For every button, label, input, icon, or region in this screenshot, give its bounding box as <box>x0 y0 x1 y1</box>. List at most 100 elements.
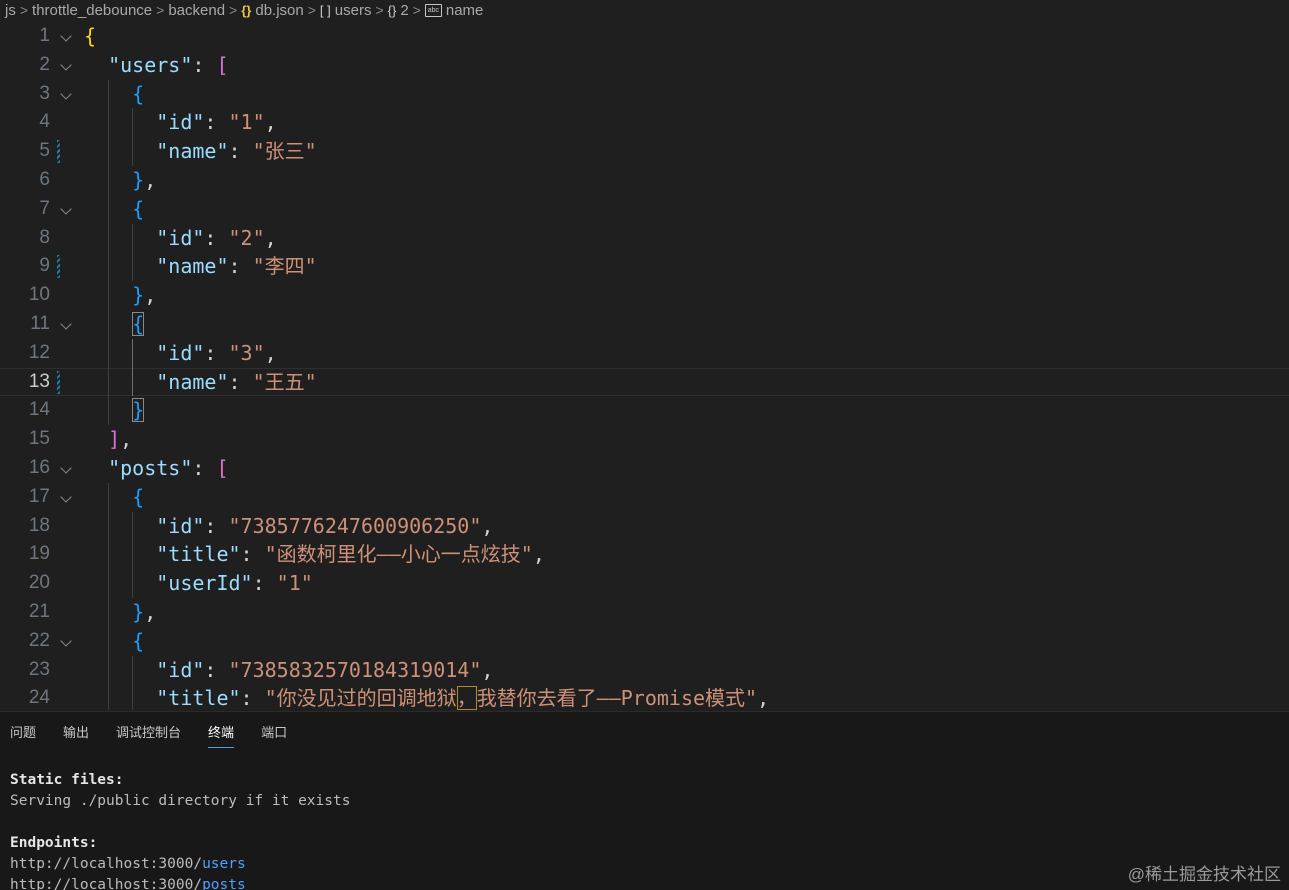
code-text: "id": "7385776247600906250", <box>156 513 494 538</box>
line-number: 14 <box>28 399 50 421</box>
code-text: "id": "1", <box>156 110 277 135</box>
breadcrumb-item-db-json[interactable]: {} db.json <box>241 2 304 19</box>
breadcrumb-label: js <box>5 1 16 19</box>
code-line[interactable]: 9 "name": "李四" <box>0 252 1289 282</box>
code-text: "name": "李四" <box>156 254 317 279</box>
terminal-output[interactable]: Static files: Serving ./public directory… <box>10 770 350 890</box>
code-line[interactable]: 5 "name": "张三" <box>0 137 1289 166</box>
tab-output[interactable]: 输出 <box>63 712 89 752</box>
code-text: { <box>132 81 145 106</box>
fold-chevron-icon[interactable] <box>60 462 72 474</box>
line-number: 23 <box>28 658 50 680</box>
chevron-right-icon: > <box>307 2 316 18</box>
line-number: 9 <box>39 255 50 277</box>
code-text: "title": "你没见过的回调地狱，我替你去看了——Promise模式", <box>156 686 770 710</box>
terminal-heading: Endpoints: <box>10 835 98 851</box>
code-line[interactable]: 7 { <box>0 194 1289 224</box>
code-text: { <box>84 24 97 48</box>
code-line[interactable]: 21 }, <box>0 598 1289 627</box>
code-editor[interactable]: 1 { 2 "users": [ 3 { 4 "id": "1", 5 "nam… <box>0 20 1289 710</box>
breadcrumb-item-users[interactable]: [ ] users <box>320 2 372 19</box>
line-number: 7 <box>39 197 50 219</box>
code-text: "title": "函数柯里化——小心一点炫技", <box>156 542 545 567</box>
line-number: 18 <box>28 514 50 536</box>
code-text: { <box>84 310 145 339</box>
code-line[interactable]: 4 "id": "1", <box>0 108 1289 138</box>
code-line[interactable]: 10 }, <box>0 281 1289 310</box>
code-line[interactable]: 6 }, <box>0 166 1289 195</box>
line-number: 4 <box>39 111 50 133</box>
breadcrumb-item-throttle-debounce[interactable]: throttle_debounce <box>32 2 152 19</box>
line-number: 22 <box>28 629 50 651</box>
code-line[interactable]: 18 "id": "7385776247600906250", <box>0 511 1289 541</box>
code-line[interactable]: 2 "users": [ <box>0 51 1289 80</box>
code-line[interactable]: 11 { <box>0 310 1289 339</box>
line-number: 16 <box>28 457 50 478</box>
line-number: 11 <box>30 313 50 334</box>
code-line[interactable]: 3 { <box>0 79 1289 109</box>
tab-terminal[interactable]: 终端 <box>208 712 235 752</box>
code-text: ], <box>108 427 133 452</box>
modified-line-indicator[interactable] <box>57 140 60 164</box>
bracket-match-open: { <box>132 312 145 336</box>
caret-highlight: ， <box>456 686 477 710</box>
breadcrumb-label: throttle_debounce <box>32 1 153 19</box>
code-line[interactable]: 12 "id": "3", <box>0 338 1289 368</box>
fold-chevron-icon[interactable] <box>60 491 72 503</box>
fold-chevron-icon[interactable] <box>60 203 72 215</box>
terminal-line: Serving ./public directory if it exists <box>10 793 351 809</box>
tab-problems[interactable]: 问题 <box>10 712 36 752</box>
code-text: "posts": [ <box>108 456 229 480</box>
code-line[interactable]: 17 { <box>0 482 1289 512</box>
fold-chevron-icon[interactable] <box>60 318 72 330</box>
code-line[interactable]: 15 ], <box>0 425 1289 454</box>
breadcrumb-item-backend[interactable]: backend <box>168 2 225 19</box>
chevron-right-icon: > <box>229 2 238 18</box>
endpoint-posts-link[interactable]: http://localhost:3000/posts <box>10 877 246 890</box>
breadcrumb-label: 2 <box>400 1 409 19</box>
breadcrumb-item-name[interactable]: abc name <box>424 1 484 19</box>
array-brackets-icon: [ ] <box>319 2 331 18</box>
breadcrumb-item-2[interactable]: {} 2 <box>388 2 409 19</box>
json-braces-icon: {} <box>241 2 252 18</box>
fold-chevron-icon[interactable] <box>60 87 72 100</box>
line-number: 15 <box>28 428 50 450</box>
object-braces-icon: {} <box>387 2 397 18</box>
line-number: 17 <box>28 485 50 507</box>
line-number: 19 <box>28 543 50 565</box>
code-line[interactable]: 20 "userId": "1" <box>0 569 1289 598</box>
code-line[interactable]: 24 "title": "你没见过的回调地狱，我替你去看了——Promise模式… <box>0 684 1289 710</box>
line-number: 13 <box>28 370 50 392</box>
code-text: } <box>84 396 145 425</box>
tab-ports[interactable]: 端口 <box>261 712 287 752</box>
code-text: }, <box>132 600 157 624</box>
tab-debug-console[interactable]: 调试控制台 <box>116 712 181 752</box>
line-number: 3 <box>39 82 50 104</box>
breadcrumb-item-js[interactable]: js <box>5 2 16 19</box>
line-number: 20 <box>28 572 50 594</box>
line-number: 1 <box>39 25 50 46</box>
code-line[interactable]: 22 { <box>0 626 1289 656</box>
code-text: "userId": "1" <box>156 571 313 596</box>
code-text: "name": "张三" <box>156 139 317 164</box>
code-line[interactable]: 19 "title": "函数柯里化——小心一点炫技", <box>0 540 1289 570</box>
breadcrumb-label: backend <box>168 1 226 19</box>
fold-chevron-icon[interactable] <box>60 30 72 42</box>
code-line[interactable]: 16 "posts": [ <box>0 454 1289 483</box>
code-line[interactable]: 23 "id": "7385832570184319014", <box>0 655 1289 685</box>
code-text: }, <box>132 283 157 308</box>
breadcrumb-label: name <box>445 1 484 19</box>
modified-line-indicator[interactable] <box>57 370 60 394</box>
code-line[interactable]: 1 { <box>0 22 1289 51</box>
code-text: "id": "2", <box>156 225 277 250</box>
watermark: @稀土掘金技术社区 <box>1127 865 1281 884</box>
modified-line-indicator[interactable] <box>57 255 60 279</box>
fold-chevron-icon[interactable] <box>60 59 72 71</box>
endpoint-users-link[interactable]: http://localhost:3000/users <box>10 856 246 872</box>
code-line-current[interactable]: 13 "name": "王五" <box>0 367 1289 397</box>
breadcrumb-label: users <box>334 1 372 19</box>
code-line[interactable]: 8 "id": "2", <box>0 223 1289 253</box>
fold-chevron-icon[interactable] <box>60 635 72 647</box>
code-text: "id": "7385832570184319014", <box>156 657 494 682</box>
code-line[interactable]: 14 } <box>0 396 1289 426</box>
